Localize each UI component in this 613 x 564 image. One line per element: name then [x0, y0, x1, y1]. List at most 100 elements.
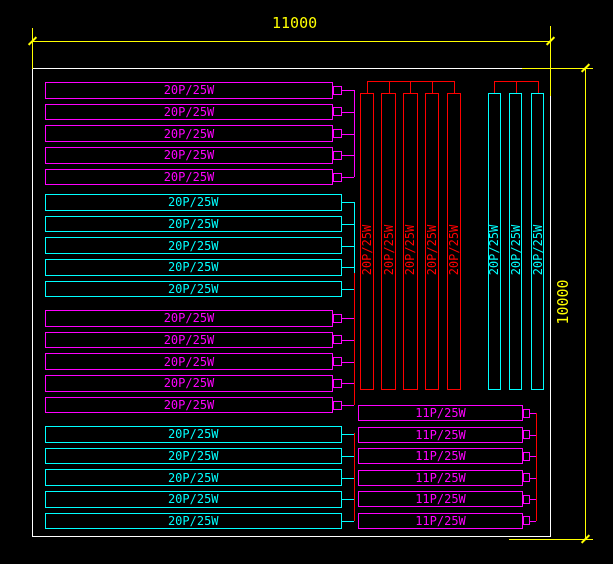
rack-bar[interactable]: 11P/25W	[358, 470, 523, 486]
connector-stub	[523, 473, 530, 482]
connector-stub	[333, 357, 342, 366]
rack-bar[interactable]: 20P/25W	[45, 147, 333, 164]
header-bus-line	[494, 81, 538, 82]
connector-stub	[333, 129, 342, 138]
rack-bar[interactable]: 20P/25W	[45, 104, 333, 121]
rack-bar[interactable]: 20P/25W	[45, 469, 342, 486]
rack-bar[interactable]: 20P/25W	[45, 426, 342, 443]
rack-bar[interactable]: 20P/25W	[45, 353, 333, 370]
rack-bar-label: 20P/25W	[168, 515, 219, 527]
rack-bar-label: 11P/25W	[415, 429, 466, 441]
connector-line	[342, 318, 355, 319]
connector-stub	[333, 335, 342, 344]
rack-bar[interactable]: 20P/25W	[45, 125, 333, 142]
rack-bar-label: 20P/25W	[168, 218, 219, 230]
rack-bar[interactable]: 20P/25W	[45, 216, 342, 233]
rack-bar[interactable]: 20P/25W	[45, 448, 342, 465]
header-riser-line	[516, 81, 517, 93]
rack-bar-label: 20P/25W	[164, 399, 215, 411]
rack-bar[interactable]: 11P/25W	[358, 427, 523, 443]
connector-line	[342, 499, 355, 500]
connector-stub	[523, 452, 530, 461]
connector-line	[342, 340, 355, 341]
connector-stub	[333, 379, 342, 388]
rack-bar-label: 20P/25W	[508, 220, 524, 280]
rack-bar[interactable]: 20P/25W	[45, 194, 342, 211]
rack-bar-label: 20P/25W	[168, 240, 219, 252]
connector-stub	[523, 495, 530, 504]
rack-bar[interactable]: 20P/25W	[45, 375, 333, 392]
header-riser-line	[494, 81, 495, 93]
connector-line	[342, 112, 355, 113]
rack-bar[interactable]: 20P/25W	[45, 332, 333, 349]
bus-line	[354, 273, 355, 405]
connector-line	[342, 521, 355, 522]
connector-line	[342, 289, 355, 290]
rack-bar-label: 11P/25W	[415, 407, 466, 419]
connector-line	[342, 267, 355, 268]
connector-line	[342, 405, 355, 406]
rack-bar-label: 11P/25W	[415, 472, 466, 484]
header-riser-line	[410, 81, 411, 93]
dim-right-label: 10000	[555, 279, 571, 325]
rack-bar[interactable]: 20P/25W	[45, 281, 342, 298]
bus-line	[354, 433, 355, 521]
rack-bar-label: 20P/25W	[168, 472, 219, 484]
rack-bar-label: 20P/25W	[164, 128, 215, 140]
rack-bar[interactable]: 20P/25W	[45, 237, 342, 254]
rack-bar-label: 20P/25W	[164, 149, 215, 161]
header-riser-line	[538, 81, 539, 93]
rack-bar-label: 20P/25W	[168, 493, 219, 505]
connector-stub	[523, 516, 530, 525]
connector-line	[342, 478, 355, 479]
connector-line	[342, 362, 355, 363]
rack-bar-label: 20P/25W	[164, 356, 215, 368]
header-riser-line	[454, 81, 455, 93]
header-bus-line	[367, 81, 454, 82]
connector-stub	[333, 401, 342, 410]
rack-bar-label: 20P/25W	[381, 220, 397, 280]
rack-bar[interactable]: 20P/25W	[45, 513, 342, 530]
connector-stub	[333, 173, 342, 182]
connector-line	[342, 90, 355, 91]
rack-bar-label: 20P/25W	[168, 428, 219, 440]
rack-bar[interactable]: 20P/25W	[45, 259, 342, 276]
connector-line	[342, 383, 355, 384]
rack-bar-label: 20P/25W	[164, 84, 215, 96]
rack-bar-label: 20P/25W	[530, 220, 546, 280]
extension-line-right-top	[550, 26, 551, 96]
connector-stub	[333, 107, 342, 116]
rack-bar[interactable]: 11P/25W	[358, 491, 523, 507]
header-riser-line	[432, 81, 433, 93]
rack-bar-label: 20P/25W	[486, 220, 502, 280]
rack-bar[interactable]: 20P/25W	[45, 491, 342, 508]
rack-bar[interactable]: 20P/25W	[45, 169, 333, 186]
rack-bar[interactable]: 11P/25W	[358, 513, 523, 529]
connector-line	[342, 434, 355, 435]
extension-line-left	[32, 28, 33, 69]
extension-line-bottom-right	[509, 539, 593, 540]
rack-bar-label: 20P/25W	[359, 220, 375, 280]
connector-line	[342, 134, 355, 135]
rack-bar[interactable]: 11P/25W	[358, 405, 523, 421]
rack-bar-label: 20P/25W	[164, 334, 215, 346]
rack-bar-label: 20P/25W	[164, 171, 215, 183]
connector-line	[342, 155, 355, 156]
rack-bar-label: 20P/25W	[164, 377, 215, 389]
dim-line-right	[585, 68, 586, 539]
rack-bar[interactable]: 11P/25W	[358, 448, 523, 464]
rack-bar[interactable]: 20P/25W	[45, 82, 333, 99]
rack-bar-label: 20P/25W	[402, 220, 418, 280]
rack-bar[interactable]: 20P/25W	[45, 310, 333, 327]
connector-line	[342, 246, 355, 247]
connector-stub	[333, 86, 342, 95]
header-riser-line	[389, 81, 390, 93]
cad-drawing-canvas: 11000 10000 20P/25W20P/25W20P/25W20P/25W…	[0, 0, 613, 564]
connector-stub	[333, 151, 342, 160]
connector-stub	[333, 314, 342, 323]
rack-bar[interactable]: 20P/25W	[45, 397, 333, 414]
rack-bar-label: 11P/25W	[415, 515, 466, 527]
rack-bar-label: 20P/25W	[168, 283, 219, 295]
rack-bar-label: 20P/25W	[168, 450, 219, 462]
connector-line	[530, 521, 536, 522]
